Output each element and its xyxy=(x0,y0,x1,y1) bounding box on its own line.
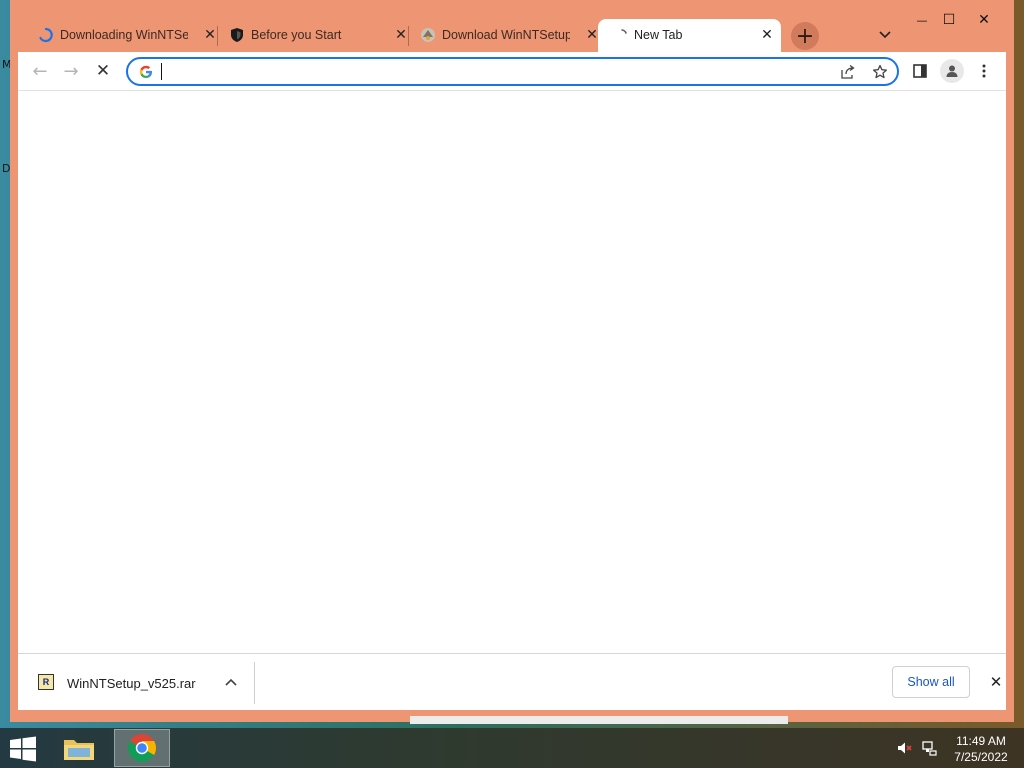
tab-new-tab[interactable]: New Tab ✕ xyxy=(598,19,781,52)
profile-button[interactable] xyxy=(940,59,964,83)
browser-toolbar: ← → ✕ xyxy=(18,52,1006,90)
stop-button[interactable]: ✕ xyxy=(90,58,116,84)
menu-button[interactable] xyxy=(973,60,995,82)
back-button[interactable]: ← xyxy=(27,58,53,84)
side-panel-icon xyxy=(913,64,927,78)
close-icon: ✕ xyxy=(978,12,990,28)
avatar-icon xyxy=(946,65,958,77)
arrow-left-icon: ← xyxy=(32,60,48,82)
minimize-button[interactable]: — xyxy=(908,10,936,30)
loading-spinner-icon xyxy=(39,27,53,43)
new-tab-button[interactable]: + xyxy=(791,22,819,50)
tab-title: New Tab xyxy=(634,28,683,42)
file-explorer-taskbar-button[interactable] xyxy=(51,729,107,767)
download-options-button[interactable] xyxy=(223,674,239,690)
windows-logo-icon xyxy=(10,736,36,762)
tab-strip: Downloading WinNTSetup ✕ Before you Star… xyxy=(10,0,1014,52)
tab-title: Downloading WinNTSetup xyxy=(60,28,188,42)
tab-search-button[interactable] xyxy=(876,26,894,44)
page-content[interactable] xyxy=(18,90,1006,653)
side-panel-button[interactable] xyxy=(909,60,931,82)
tab-title: Download WinNTSetup xyxy=(442,28,570,42)
more-vertical-icon xyxy=(982,64,986,78)
address-bar[interactable] xyxy=(126,57,899,86)
tab-before-you-start[interactable]: Before you Start ✕ xyxy=(209,19,409,52)
maximize-button[interactable]: ☐ xyxy=(935,10,963,30)
address-input[interactable] xyxy=(160,62,820,82)
download-item[interactable]: R WinNTSetup_v525.rar xyxy=(18,654,255,711)
tab-downloading-winntsetup[interactable]: Downloading WinNTSetup ✕ xyxy=(18,19,218,52)
clock-date: 7/25/2022 xyxy=(954,750,1008,764)
tab-close-button[interactable]: ✕ xyxy=(759,27,775,43)
speaker-muted-icon[interactable] xyxy=(897,740,913,756)
arrow-right-icon: → xyxy=(63,60,79,82)
close-shelf-button[interactable]: ✕ xyxy=(987,673,1005,691)
maximize-icon: ☐ xyxy=(942,12,956,28)
text-caret xyxy=(161,63,162,80)
folder-icon xyxy=(64,740,94,760)
chrome-icon xyxy=(128,734,156,762)
close-icon: ✕ xyxy=(989,673,1003,691)
clock-time: 11:49 AM xyxy=(956,734,1006,748)
chevron-up-icon xyxy=(225,678,237,686)
show-all-button[interactable]: Show all xyxy=(892,666,970,698)
stop-icon: ✕ xyxy=(95,61,111,81)
share-icon xyxy=(841,64,855,79)
rar-file-icon: R xyxy=(38,674,54,690)
chrome-taskbar-button[interactable] xyxy=(114,729,170,767)
network-icon[interactable] xyxy=(921,740,937,756)
system-clock[interactable]: 11:49 AM 7/25/2022 xyxy=(946,733,1016,765)
google-icon xyxy=(139,65,152,78)
download-shelf: R WinNTSetup_v525.rar Show all ✕ xyxy=(18,653,1006,710)
loading-spinner-icon xyxy=(621,29,627,34)
divider xyxy=(254,662,255,704)
tab-download-winntsetup[interactable]: Download WinNTSetup ✕ xyxy=(400,19,600,52)
tab-title: Before you Start xyxy=(251,28,342,42)
bookmark-button[interactable] xyxy=(871,63,889,81)
start-button[interactable] xyxy=(8,736,40,762)
minimize-icon: — xyxy=(916,13,928,27)
chevron-down-icon xyxy=(879,31,891,39)
share-button[interactable] xyxy=(839,63,857,81)
shield-icon xyxy=(231,28,243,42)
forward-button[interactable]: → xyxy=(58,58,84,84)
browser-window: Downloading WinNTSetup ✕ Before you Star… xyxy=(10,0,1014,722)
star-icon xyxy=(872,64,888,79)
horizontal-scrollbar[interactable] xyxy=(410,716,788,724)
download-file-name: WinNTSetup_v525.rar xyxy=(67,676,196,691)
site-logo-icon xyxy=(421,28,435,42)
window-close-button[interactable]: ✕ xyxy=(970,10,998,30)
taskbar: 11:49 AM 7/25/2022 xyxy=(0,728,1024,768)
